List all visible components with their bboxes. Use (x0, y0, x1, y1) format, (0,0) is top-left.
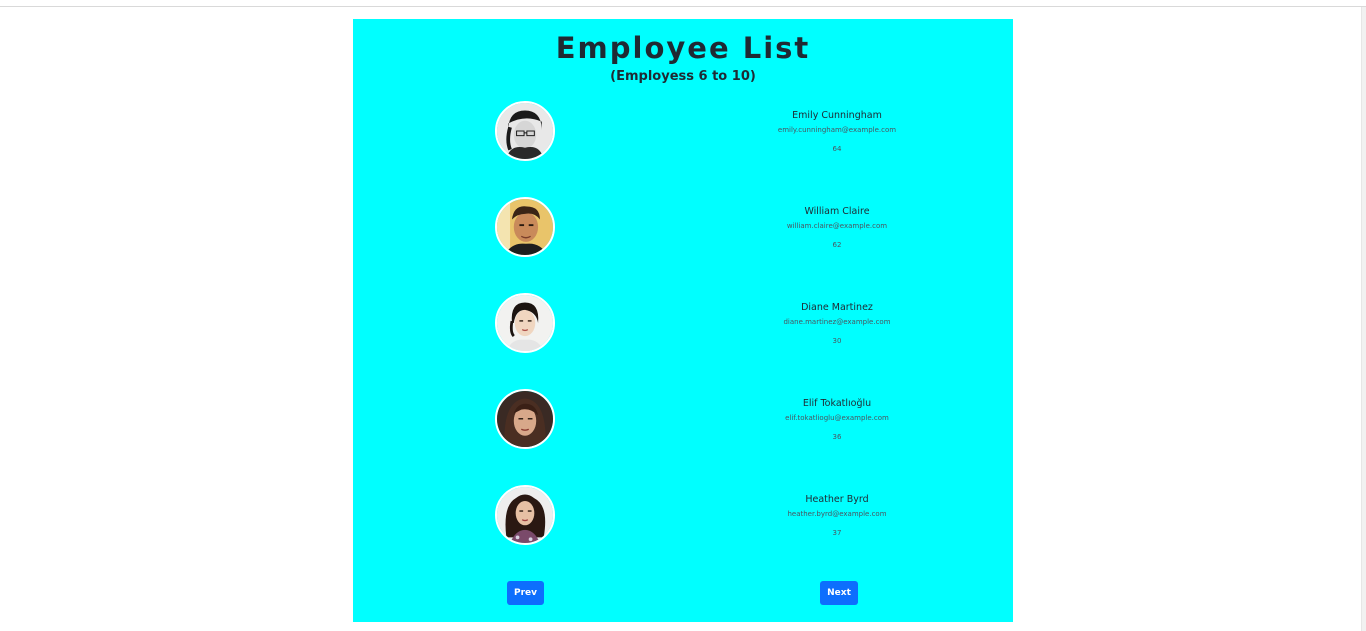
prev-button[interactable]: Prev (507, 581, 544, 605)
employee-name: Emily Cunningham (792, 110, 882, 121)
employee-row: Diane Martinez diane.martinez@example.co… (353, 293, 1013, 363)
next-button[interactable]: Next (820, 581, 858, 605)
employee-name: Elif Tokatlıoğlu (802, 398, 872, 409)
employee-row: Emily Cunningham emily.cunningham@exampl… (353, 101, 1013, 171)
employee-age: 30 (832, 337, 842, 345)
employee-email: diane.martinez@example.com (783, 318, 891, 326)
employee-age: 64 (832, 145, 842, 153)
page-title: Employee List (555, 31, 811, 65)
employee-email: william.claire@example.com (786, 222, 888, 230)
avatar (495, 389, 555, 449)
employee-email: heather.byrd@example.com (787, 510, 887, 518)
employee-email: elif.tokatlioglu@example.com (785, 414, 889, 422)
employee-name: William Claire (804, 206, 870, 217)
employee-row: Heather Byrd heather.byrd@example.com 37 (353, 485, 1013, 555)
employee-age: 62 (832, 241, 842, 249)
employee-age: 36 (832, 433, 842, 441)
avatar (495, 485, 555, 545)
page-subtitle: (Employess 6 to 10) (610, 69, 756, 84)
employee-row: Elif Tokatlıoğlu elif.tokatlioglu@exampl… (353, 389, 1013, 459)
employee-name: Diane Martinez (801, 302, 873, 313)
employee-email: emily.cunningham@example.com (777, 126, 897, 134)
avatar (495, 197, 555, 257)
avatar (495, 101, 555, 161)
employee-row: William Claire william.claire@example.co… (353, 197, 1013, 267)
page-scrollbar[interactable] (1361, 7, 1366, 631)
avatar (495, 293, 555, 353)
employee-age: 37 (832, 529, 842, 537)
browser-top-bar (0, 0, 1366, 7)
employee-list-panel: Employee List (Employess 6 to 10) Emily … (353, 19, 1013, 622)
employee-name: Heather Byrd (805, 494, 869, 505)
